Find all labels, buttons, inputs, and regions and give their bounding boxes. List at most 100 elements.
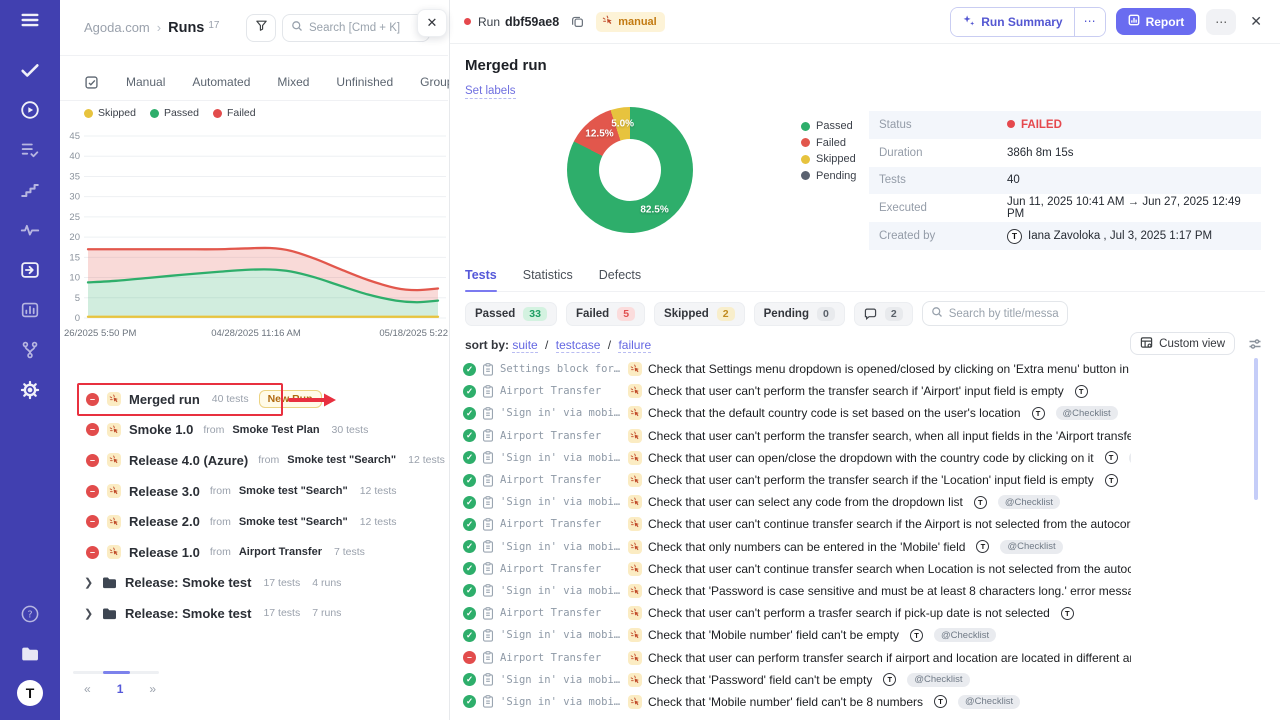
user-avatar[interactable]: T [17,680,43,706]
custom-view-button[interactable]: Custom view [1130,332,1235,355]
test-row[interactable]: ✓'Sign in' via mobileCheck that 'Passwor… [463,669,1131,691]
sidebar-item-enter[interactable] [14,256,46,288]
table-view-icon [1140,336,1153,352]
sidebar-item-gear[interactable] [14,376,46,408]
filter-chip-skipped[interactable]: Skipped2 [654,302,745,326]
test-row[interactable]: ✓'Sign in' via mobileCheck that 'Mobile … [463,624,1131,646]
copy-icon[interactable] [571,15,584,28]
close-run-detail-button[interactable]: ✕ [1246,11,1266,32]
run-list-item[interactable]: –Release 2.0fromSmoke test "Search"12 te… [60,506,448,537]
run-summary-split-button: Run Summary ⋯ [950,7,1105,37]
chip-label: Skipped [664,308,709,320]
filter-chip-pending[interactable]: Pending0 [754,302,845,326]
tests-search-input[interactable] [949,308,1059,320]
tests-list: ✓Settings block for…Check that Settings … [463,358,1131,713]
pagination-next[interactable]: » [149,682,156,696]
filter-chip-comments[interactable]: 2 [854,302,913,326]
panel-close-button[interactable]: ✕ [417,9,447,37]
test-title: Check that user can perform transfer sea… [648,651,1131,665]
assignee-avatar: T [910,629,923,642]
test-row[interactable]: ✓'Sign in' via mobileCheck that the defa… [463,402,1131,424]
breadcrumb-project[interactable]: Agoda.com [84,20,150,35]
test-row[interactable]: ✓Airport TransferCheck that user can't p… [463,425,1131,447]
run-list-item[interactable]: –Merged run40 testsNew Run [60,384,448,415]
sort-by-testcase[interactable]: testcase [556,338,601,353]
sidebar-item-folder[interactable] [14,640,46,672]
test-row[interactable]: ✓Airport TransferCheck that user can't p… [463,602,1131,624]
sidebar-item-chart-box[interactable] [14,296,46,328]
test-row[interactable]: ✓'Sign in' via mobileCheck that user can… [463,491,1131,513]
sidebar-item-play-circle[interactable] [14,96,46,128]
sidebar-icon-group [14,6,46,408]
tests-scrollbar-thumb[interactable] [1254,358,1258,500]
sort-by-failure[interactable]: failure [618,338,651,353]
testcase-icon [482,363,494,376]
test-row[interactable]: ✓Airport TransferCheck that user can't c… [463,513,1131,535]
testcase-icon [482,607,494,620]
sidebar-item-branch[interactable] [14,336,46,368]
detail-label: Tests [879,174,1007,186]
runs-tab-unfinished[interactable]: Unfinished [336,75,393,89]
runs-search-input[interactable] [309,22,421,34]
detail-value: FAILED [1007,119,1261,131]
legend-item-skipped[interactable]: Skipped [84,107,136,119]
sidebar-item-check[interactable] [14,56,46,88]
runs-tab-manual[interactable]: Manual [126,75,165,89]
run-group-item[interactable]: ❯Release: Smoke test17 tests7 runs [60,598,448,629]
donut-legend-item-skipped[interactable]: Skipped [801,151,856,168]
donut-legend-item-pending[interactable]: Pending [801,168,856,185]
run-tests-count: 40 tests [212,393,249,405]
legend-item-failed[interactable]: Failed [213,107,256,119]
run-list-item[interactable]: –Release 1.0fromAirport Transfer7 tests [60,537,448,568]
pagination-prev[interactable]: « [84,682,91,696]
detail-row-executed: ExecutedJun 11, 2025 10:41 AM → Jun 27, … [869,194,1261,222]
filter-chip-failed[interactable]: Failed5 [566,302,645,326]
failed-status-icon: – [86,423,99,436]
run-summary-button[interactable]: Run Summary [951,8,1073,36]
runs-tab-automated[interactable]: Automated [192,75,250,89]
test-row[interactable]: ✓Airport TransferCheck that user can't c… [463,558,1131,580]
run-list-item[interactable]: –Release 4.0 (Azure)fromSmoke test "Sear… [60,445,448,476]
legend-item-passed[interactable]: Passed [150,107,199,119]
sort-by-suite[interactable]: suite [512,338,537,353]
test-row[interactable]: ✓'Sign in' via mobileCheck that user can… [463,447,1131,469]
test-row[interactable]: ✓'Sign in' via mobileCheck that only num… [463,536,1131,558]
run-list-item[interactable]: –Smoke 1.0fromSmoke Test Plan30 tests [60,415,448,446]
passed-status-icon: ✓ [463,584,476,597]
passed-status-icon: ✓ [463,540,476,553]
detail-text: Jun 11, 2025 10:41 AM → Jun 27, 2025 12:… [1007,196,1261,220]
set-labels-link[interactable]: Set labels [465,85,516,99]
select-all-icon[interactable] [84,75,99,90]
sidebar-item-list-check[interactable] [14,136,46,168]
test-row[interactable]: ✓Settings block for…Check that Settings … [463,358,1131,380]
sidebar-item-pulse[interactable] [14,216,46,248]
donut-legend-item-passed[interactable]: Passed [801,118,856,135]
tab-statistics[interactable]: Statistics [523,268,573,282]
pagination-page-1[interactable]: 1 [117,682,124,696]
donut-legend: PassedFailedSkippedPending [801,118,856,184]
run-list-item[interactable]: –Release 3.0fromSmoke test "Search"12 te… [60,476,448,507]
test-row[interactable]: ✓'Sign in' via mobileCheck that 'Passwor… [463,580,1131,602]
filter-button[interactable] [246,14,276,42]
test-row[interactable]: ✓'Sign in' via mobileCheck that 'Mobile … [463,691,1131,713]
sidebar-item-menu[interactable] [14,6,46,38]
tab-defects[interactable]: Defects [599,268,641,282]
report-button[interactable]: Report [1116,8,1197,35]
test-title: Check that only numbers can be entered i… [648,540,965,554]
donut-legend-item-failed[interactable]: Failed [801,135,856,152]
tab-tests[interactable]: Tests [465,268,497,282]
test-row[interactable]: ✓Airport TransferCheck that user can't p… [463,469,1131,491]
test-row[interactable]: –Airport TransferCheck that user can per… [463,646,1131,668]
filter-chip-passed[interactable]: Passed33 [465,302,557,326]
sidebar-item-help[interactable]: ? [14,600,46,632]
runs-tab-mixed[interactable]: Mixed [277,75,309,89]
run-group-item[interactable]: ❯Release: Smoke test17 tests4 runs [60,568,448,599]
manual-run-icon [628,651,642,665]
list-scrollbar-thumb[interactable] [103,671,130,674]
sidebar-item-steps[interactable] [14,176,46,208]
more-actions-button[interactable]: ⋯ [1206,9,1236,35]
view-settings-icon[interactable] [1248,337,1262,356]
run-summary-more-button[interactable]: ⋯ [1074,8,1105,36]
funnel-icon [255,19,268,37]
test-row[interactable]: ✓Airport TransferCheck that user can't p… [463,380,1131,402]
